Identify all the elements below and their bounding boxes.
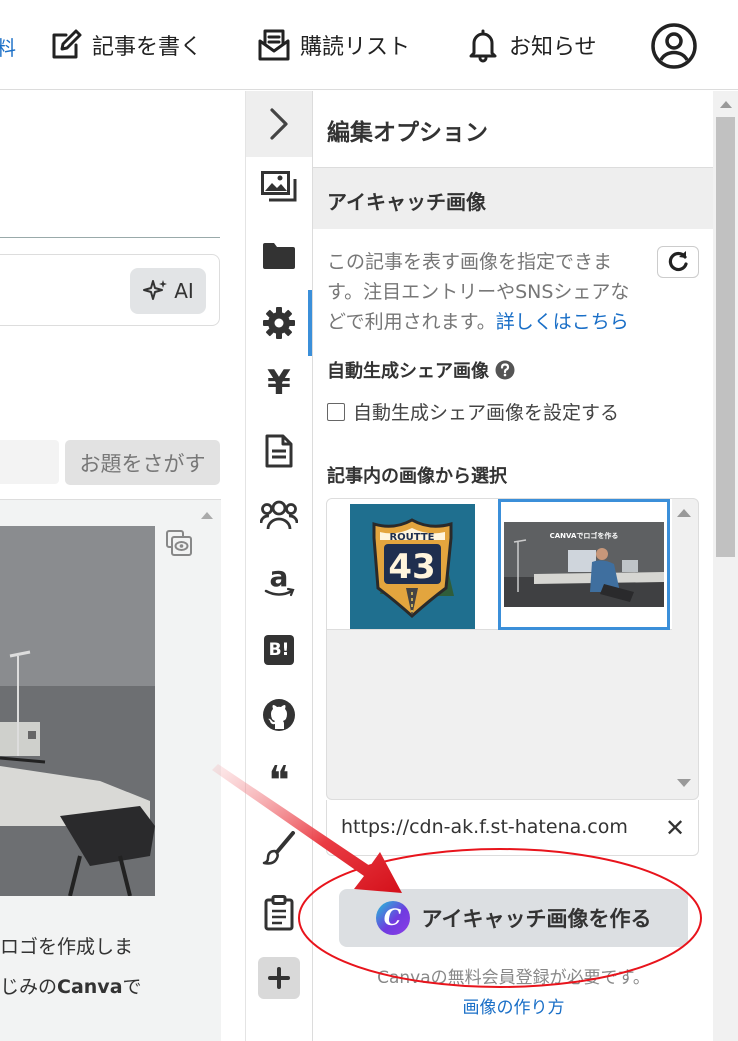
help-icon[interactable] bbox=[495, 360, 515, 380]
plus-icon bbox=[268, 967, 290, 989]
panel-title: 編集オプション bbox=[327, 120, 488, 146]
subscriptions-label: 購読リスト bbox=[300, 35, 411, 60]
autogen-share-option[interactable]: 自動生成シェア画像を設定する bbox=[327, 398, 619, 425]
eyecatch-section-header: アイキャッチ画像 bbox=[313, 167, 714, 229]
how-to-make-image-link[interactable]: 画像の作り方 bbox=[313, 993, 714, 1018]
thumb1-route-text: ROUTTE bbox=[389, 532, 434, 543]
ai-button-label: AI bbox=[174, 279, 194, 303]
scrollbar-up-arrow[interactable] bbox=[720, 101, 732, 108]
canva-article-thumbnail[interactable]: CANVAでロゴを作る bbox=[498, 499, 670, 630]
rail-item-settings[interactable] bbox=[246, 301, 312, 345]
thumb1-number-text: 43 bbox=[388, 547, 435, 587]
preview-text-bold: Canva bbox=[57, 976, 123, 998]
topic-search-input[interactable] bbox=[0, 440, 59, 484]
user-avatar-icon[interactable] bbox=[650, 22, 698, 70]
image-thumbnail-row: ROUTTE 43 CANVAでロゴを作る bbox=[327, 499, 672, 630]
preview-toggle-icon[interactable] bbox=[164, 528, 194, 558]
hatena-bookmark-icon: B! bbox=[264, 635, 294, 665]
folder-icon bbox=[263, 243, 295, 269]
rail-item-hatena-bookmark[interactable]: B! bbox=[246, 628, 312, 672]
eyecatch-description: この記事を表す画像を指定できま す。注目エントリーやSNSシェアな どで利用され… bbox=[327, 247, 647, 337]
write-article-link[interactable]: 記事を書く bbox=[48, 22, 202, 68]
amazon-letter: a bbox=[270, 562, 289, 593]
document-icon bbox=[265, 434, 293, 468]
eyecatch-section-title: アイキャッチ画像 bbox=[327, 190, 486, 214]
github-icon bbox=[263, 699, 295, 731]
sidebar-icon-rail: ¥ a B! ❝ bbox=[245, 91, 312, 1041]
nav-cut-text[interactable]: 料 bbox=[0, 32, 16, 61]
title-underline bbox=[0, 237, 220, 238]
preview-text-suffix: で bbox=[122, 976, 142, 998]
quote-icon: ❝ bbox=[268, 758, 290, 804]
rail-item-images[interactable] bbox=[246, 165, 312, 209]
scrollbar-thumb[interactable] bbox=[716, 117, 735, 557]
learn-more-link[interactable]: 詳しくはこちら bbox=[496, 311, 629, 333]
hatena-bookmark-text: B! bbox=[268, 640, 290, 660]
rail-item-document[interactable] bbox=[246, 429, 312, 473]
rail-item-folder[interactable] bbox=[246, 234, 312, 278]
thumb2-caption: CANVAでロゴを作る bbox=[550, 531, 619, 540]
preview-text-prefix: じみの bbox=[0, 976, 58, 998]
route43-logo-thumbnail[interactable]: ROUTTE 43 bbox=[350, 504, 475, 629]
canva-logo-icon: C bbox=[375, 901, 410, 935]
canva-registration-note: Canvaの無料会員登録が必要です。 bbox=[377, 968, 650, 988]
rail-item-monetize[interactable]: ¥ bbox=[246, 361, 312, 405]
refresh-icon bbox=[668, 251, 688, 272]
rail-item-amazon[interactable]: a bbox=[246, 559, 312, 603]
preview-text-line-1: ロゴを作成しま bbox=[0, 936, 134, 958]
autogen-share-checkbox[interactable] bbox=[327, 402, 345, 421]
reader-icon bbox=[258, 29, 290, 61]
rail-item-users[interactable] bbox=[246, 493, 312, 537]
create-eyecatch-label: アイキャッチ画像を作る bbox=[421, 907, 652, 931]
users-icon bbox=[260, 500, 298, 530]
rail-item-github[interactable] bbox=[246, 693, 312, 737]
clipboard-icon bbox=[264, 895, 294, 931]
create-eyecatch-button[interactable]: C アイキャッチ画像を作る bbox=[339, 889, 688, 947]
autogen-share-checkbox-label: 自動生成シェア画像を設定する bbox=[353, 402, 620, 424]
notifications-link[interactable]: お知らせ bbox=[465, 22, 597, 68]
collapse-panel-button[interactable] bbox=[246, 91, 312, 157]
yen-icon: ¥ bbox=[267, 363, 291, 403]
sparkle-icon bbox=[143, 280, 168, 300]
subscriptions-link[interactable]: 購読リスト bbox=[256, 22, 410, 68]
pick-from-article-label: 記事内の画像から選択 bbox=[327, 466, 507, 487]
eyecatch-url-field[interactable]: https://cdn-ak.f.st-hatena.com ✕ bbox=[326, 800, 699, 856]
editor-area: AI お題をさがす ロゴを作成しま じみのCanvaで bbox=[0, 91, 245, 1041]
top-navigation: 料 記事を書く 購読リスト お知らせ bbox=[0, 0, 738, 90]
autogen-share-label: 自動生成シェア画像 bbox=[327, 357, 515, 383]
clear-url-icon[interactable]: ✕ bbox=[665, 814, 685, 842]
notifications-label: お知らせ bbox=[509, 35, 597, 60]
ai-assist-button[interactable]: AI bbox=[130, 268, 206, 314]
rail-item-clipboard[interactable] bbox=[246, 891, 312, 935]
brush-icon bbox=[262, 831, 295, 865]
article-preview: ロゴを作成しま じみのCanvaで bbox=[0, 499, 221, 1041]
add-module-button[interactable] bbox=[258, 957, 300, 999]
edit-options-panel: 編集オプション アイキャッチ画像 この記事を表す画像を指定できま す。注目エント… bbox=[312, 91, 714, 1041]
autogen-share-title: 自動生成シェア画像 bbox=[327, 361, 489, 382]
preview-office-photo bbox=[0, 526, 155, 896]
rail-item-design[interactable] bbox=[246, 826, 312, 870]
write-article-label: 記事を書く bbox=[92, 35, 203, 60]
refresh-images-button[interactable] bbox=[657, 246, 699, 278]
amazon-icon: a bbox=[264, 562, 295, 597]
preview-text-line-2: じみのCanvaで bbox=[0, 972, 221, 999]
edit-icon bbox=[52, 29, 82, 59]
rail-item-quote[interactable]: ❝ bbox=[246, 759, 312, 803]
canva-office-photo: CANVAでロゴを作る bbox=[504, 522, 664, 607]
picker-scroll-up-arrow[interactable] bbox=[677, 509, 691, 517]
description-line-3: どで利用されます。 bbox=[327, 311, 496, 333]
page-scrollbar[interactable] bbox=[713, 91, 738, 1041]
description-line-2: す。注目エントリーやSNSシェアな bbox=[327, 281, 630, 303]
gear-icon bbox=[263, 307, 295, 339]
find-topic-button[interactable]: お題をさがす bbox=[65, 440, 220, 485]
chevron-right-icon bbox=[270, 108, 288, 140]
preview-scroll-up-arrow[interactable] bbox=[201, 512, 213, 519]
description-line-1: この記事を表す画像を指定できま bbox=[327, 251, 613, 273]
picker-scroll-down-arrow[interactable] bbox=[677, 779, 691, 787]
bell-icon bbox=[469, 29, 497, 63]
article-image-picker: ROUTTE 43 CANVAでロゴを作る bbox=[326, 498, 699, 800]
image-icon bbox=[261, 171, 297, 202]
eyecatch-url-input[interactable]: https://cdn-ak.f.st-hatena.com bbox=[341, 816, 646, 838]
